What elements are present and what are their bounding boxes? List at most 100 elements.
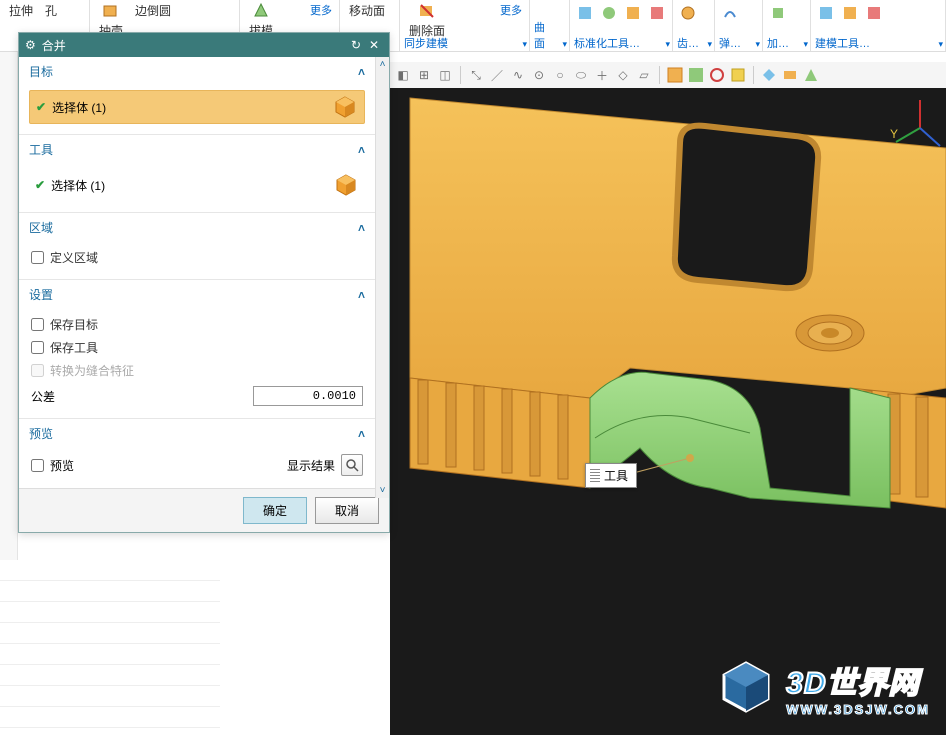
dialog-titlebar[interactable]: ⚙ 合并 ↻ ✕ bbox=[19, 33, 389, 57]
tool-btn-10[interactable] bbox=[863, 2, 885, 24]
vt-15[interactable] bbox=[708, 66, 726, 84]
delete-face-icon bbox=[418, 2, 436, 20]
tool-btn-2[interactable] bbox=[598, 2, 620, 24]
vt-14[interactable] bbox=[687, 66, 705, 84]
ok-button[interactable]: 确定 bbox=[243, 497, 307, 524]
chevron-up-icon: ˄ bbox=[358, 427, 365, 441]
convert-sew-check: 转换为缝合特征 bbox=[29, 359, 365, 382]
tool-btn-9[interactable] bbox=[839, 2, 861, 24]
body-icon bbox=[332, 94, 358, 120]
preview-label: 预览 bbox=[50, 457, 74, 474]
group-drop-1[interactable]: ▾ bbox=[665, 39, 670, 50]
tolerance-label: 公差 bbox=[31, 388, 55, 405]
vt-6[interactable]: ∿ bbox=[509, 66, 527, 84]
vt-9[interactable]: ⬭ bbox=[572, 66, 590, 84]
vt-10[interactable]: ＋ bbox=[593, 66, 611, 84]
checkbox[interactable] bbox=[31, 341, 44, 354]
vt-5[interactable]: ／ bbox=[488, 66, 506, 84]
define-region-check[interactable]: 定义区域 bbox=[29, 246, 365, 269]
vt-12[interactable]: ▱ bbox=[635, 66, 653, 84]
cancel-button[interactable]: 取消 bbox=[315, 497, 379, 524]
rib-hole[interactable]: 孔 bbox=[39, 0, 63, 21]
scroll-up-icon[interactable]: ˄ bbox=[378, 59, 387, 70]
group-gear: 齿… bbox=[677, 35, 700, 51]
grid-area bbox=[0, 560, 220, 740]
body-icon bbox=[333, 172, 359, 198]
close-button[interactable]: ✕ bbox=[365, 36, 383, 54]
vt-7[interactable]: ⊙ bbox=[530, 66, 548, 84]
viewport-toolbar: ◧ ⊞ ◫ ⤡ ／ ∿ ⊙ ○ ⬭ ＋ ◇ ▱ bbox=[390, 62, 946, 88]
3d-viewport[interactable]: Y bbox=[390, 88, 946, 735]
gear-icon: ⚙ bbox=[25, 38, 36, 52]
group-drop-5[interactable]: ▾ bbox=[938, 39, 943, 50]
viewport-callout[interactable]: 工具 bbox=[585, 463, 637, 488]
preview-check[interactable] bbox=[31, 459, 44, 472]
dialog-title: 合并 bbox=[42, 37, 66, 54]
section-settings[interactable]: 设置˄ bbox=[19, 279, 375, 309]
target-select-row[interactable]: ✔ 选择体 (1) bbox=[29, 90, 365, 124]
show-result-label: 显示结果 bbox=[287, 457, 335, 474]
tolerance-input[interactable] bbox=[253, 386, 363, 406]
svg-text:Y: Y bbox=[890, 127, 898, 141]
tool-label: 选择体 (1) bbox=[51, 177, 333, 194]
more-link-2[interactable]: 更多 bbox=[496, 0, 526, 20]
vt-18[interactable] bbox=[781, 66, 799, 84]
vt-16[interactable] bbox=[729, 66, 747, 84]
tool-btn-1[interactable] bbox=[574, 2, 596, 24]
combine-dialog: ⚙ 合并 ↻ ✕ ˄ ˅ 目标˄ ✔ 选择体 (1) 工具˄ ✔ 选择体 (1) bbox=[18, 32, 390, 533]
checkbox[interactable] bbox=[31, 318, 44, 331]
section-region[interactable]: 区域˄ bbox=[19, 212, 375, 242]
chevron-up-icon: ˄ bbox=[358, 65, 365, 79]
group-sync: 同步建模 bbox=[404, 35, 515, 51]
target-label: 选择体 (1) bbox=[52, 99, 332, 116]
section-target[interactable]: 目标˄ bbox=[19, 57, 375, 86]
keep-tool-check[interactable]: 保存工具 bbox=[29, 336, 365, 359]
group-drop-c[interactable]: ▾ bbox=[562, 39, 567, 50]
tool-btn-8[interactable] bbox=[815, 2, 837, 24]
tool-btn-7[interactable] bbox=[767, 2, 789, 24]
group-add: 加… bbox=[767, 35, 796, 51]
group-drop-0[interactable]: ▾ bbox=[522, 39, 527, 50]
checkbox bbox=[31, 364, 44, 377]
dialog-scroll[interactable]: ˄ ˅ bbox=[375, 57, 389, 498]
section-tool[interactable]: 工具˄ bbox=[19, 134, 375, 164]
group-spring: 弹… bbox=[719, 35, 748, 51]
tool-btn-3[interactable] bbox=[622, 2, 644, 24]
vt-19[interactable] bbox=[802, 66, 820, 84]
vt-1[interactable]: ◧ bbox=[394, 66, 412, 84]
group-drop-4[interactable]: ▾ bbox=[803, 39, 808, 50]
draft-icon bbox=[252, 2, 270, 20]
reset-button[interactable]: ↻ bbox=[347, 36, 365, 54]
grip-icon bbox=[590, 469, 600, 483]
group-drop-2[interactable]: ▾ bbox=[707, 39, 712, 50]
check-icon: ✔ bbox=[36, 100, 46, 114]
tool-select-row[interactable]: ✔ 选择体 (1) bbox=[29, 168, 365, 202]
group-curve: 曲面 bbox=[534, 19, 555, 51]
vt-4[interactable]: ⤡ bbox=[467, 66, 485, 84]
show-result-button[interactable] bbox=[341, 454, 363, 476]
scroll-down-icon[interactable]: ˅ bbox=[378, 485, 387, 496]
vt-2[interactable]: ⊞ bbox=[415, 66, 433, 84]
rib-edge-blend[interactable]: 边倒圆 bbox=[129, 0, 177, 21]
vt-11[interactable]: ◇ bbox=[614, 66, 632, 84]
group-model: 建模工具… bbox=[815, 35, 931, 51]
rib-move-face[interactable]: 移动面 bbox=[343, 0, 391, 21]
chevron-up-icon: ˄ bbox=[358, 143, 365, 157]
vt-3[interactable]: ◫ bbox=[436, 66, 454, 84]
chevron-up-icon: ˄ bbox=[358, 288, 365, 302]
checkbox[interactable] bbox=[31, 251, 44, 264]
shell-icon bbox=[102, 2, 120, 20]
tool-btn-6[interactable] bbox=[719, 2, 741, 24]
magnifier-icon bbox=[345, 458, 359, 472]
tool-btn-4[interactable] bbox=[646, 2, 668, 24]
vt-17[interactable] bbox=[760, 66, 778, 84]
vt-13[interactable] bbox=[666, 66, 684, 84]
rib-extrude[interactable]: 拉伸 bbox=[3, 0, 39, 21]
group-drop-3[interactable]: ▾ bbox=[755, 39, 760, 50]
keep-target-check[interactable]: 保存目标 bbox=[29, 313, 365, 336]
tool-btn-5[interactable] bbox=[677, 2, 699, 24]
vt-8[interactable]: ○ bbox=[551, 66, 569, 84]
callout-text: 工具 bbox=[604, 467, 628, 484]
more-link-1[interactable]: 更多 bbox=[306, 0, 336, 20]
section-preview[interactable]: 预览˄ bbox=[19, 418, 375, 448]
